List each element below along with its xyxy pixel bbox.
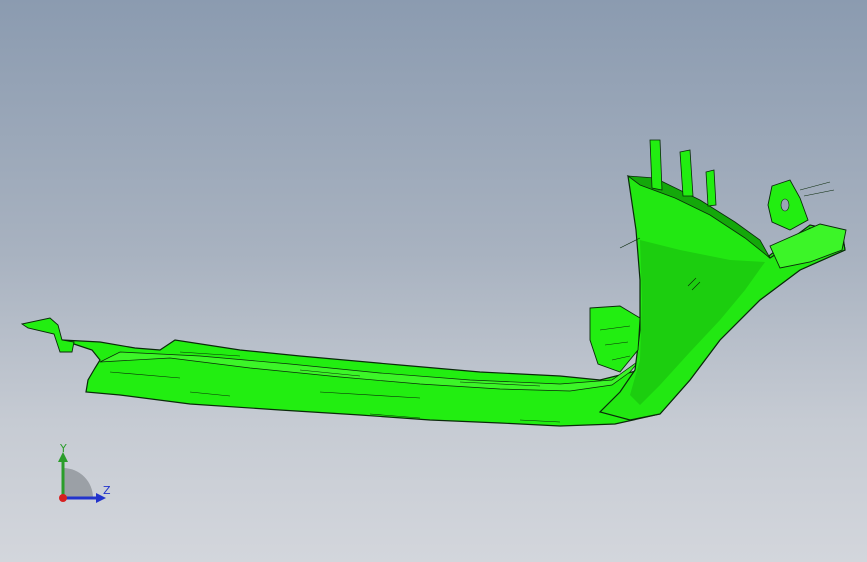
left-end-bracket	[20, 317, 75, 353]
x-axis-dot	[59, 494, 67, 502]
view-orientation-triad: Y Z	[48, 440, 118, 510]
triad-plane	[63, 468, 93, 498]
y-axis-label: Y	[60, 442, 67, 455]
mount-tab-1	[649, 139, 663, 191]
rear-rail	[769, 223, 847, 269]
bumper-corner-shade	[630, 240, 765, 405]
triad-graphic	[58, 452, 106, 503]
z-axis-label: Z	[103, 484, 111, 497]
mount-tab-3	[705, 169, 717, 207]
corner-mount-cluster	[589, 305, 641, 373]
mount-tab-2	[679, 149, 694, 197]
bracket-hole	[780, 198, 790, 212]
bumper-model[interactable]	[0, 0, 867, 562]
graphics-viewport[interactable]: Y Z	[0, 0, 867, 562]
